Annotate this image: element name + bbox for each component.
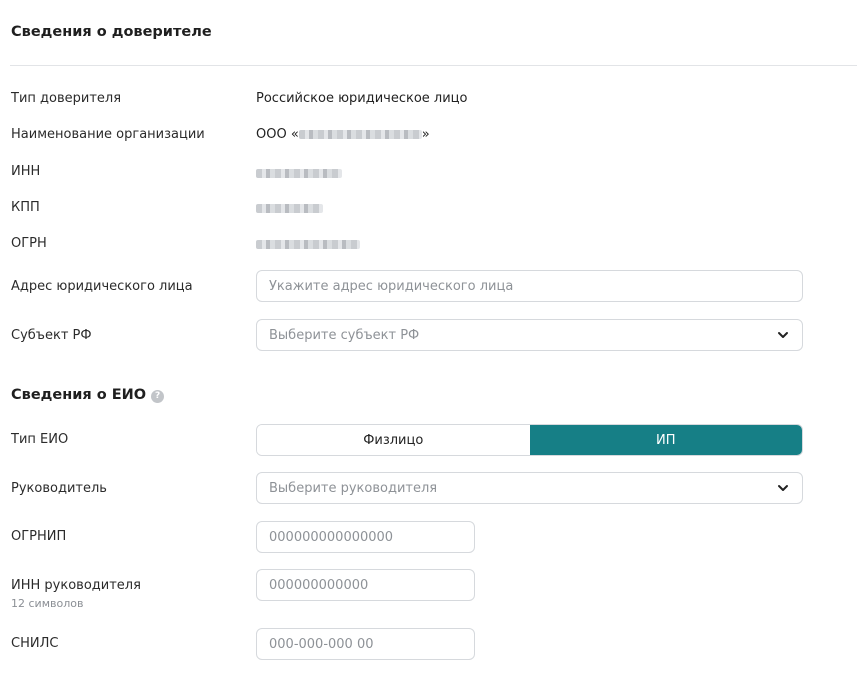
chevron-down-icon	[778, 485, 788, 491]
principal-type-value: Российское юридическое лицо	[256, 91, 468, 106]
eio-type-label: Тип ЕИО	[11, 432, 69, 447]
redacted-ogrn	[256, 240, 360, 249]
redacted-inn	[256, 169, 342, 178]
eio-type-toggle: Физлицо ИП	[256, 424, 803, 456]
ogrnip-input[interactable]: 000000000000000	[256, 521, 475, 553]
inn-head-label: ИНН руководителя	[11, 578, 141, 593]
org-name-label: Наименование организации	[11, 127, 205, 142]
org-name-suffix: »	[421, 127, 430, 142]
org-name-prefix: ООО «	[256, 127, 299, 142]
address-placeholder: Укажите адрес юридического лица	[269, 278, 514, 294]
address-label: Адрес юридического лица	[11, 279, 193, 294]
head-label: Руководитель	[11, 481, 107, 496]
ogrnip-label: ОГРНИП	[11, 529, 67, 544]
kpp-label: КПП	[11, 200, 40, 215]
snils-input[interactable]: 000-000-000 00	[256, 628, 475, 660]
section-divider	[10, 65, 857, 66]
region-label: Субъект РФ	[11, 328, 92, 343]
region-placeholder: Выберите субъект РФ	[269, 327, 420, 343]
address-input[interactable]: Укажите адрес юридического лица	[256, 270, 803, 302]
inn-head-hint: 12 символов	[11, 597, 84, 610]
snils-label: СНИЛС	[11, 636, 59, 651]
principal-section-title: Сведения о доверителе	[11, 24, 212, 40]
eio-section-title-text: Сведения о ЕИО	[11, 387, 147, 403]
region-select[interactable]: Выберите субъект РФ	[256, 319, 803, 351]
head-select[interactable]: Выберите руководителя	[256, 472, 803, 504]
question-circle-icon[interactable]: ?	[151, 390, 165, 403]
snils-placeholder: 000-000-000 00	[269, 636, 374, 652]
redacted-org-name	[298, 130, 422, 139]
inn-head-input[interactable]: 000000000000	[256, 569, 475, 601]
ogrn-label: ОГРН	[11, 236, 47, 251]
inn-label: ИНН	[11, 164, 41, 179]
chevron-down-icon	[778, 332, 788, 338]
ogrnip-placeholder: 000000000000000	[269, 529, 394, 545]
eio-section-title: Сведения о ЕИО?	[11, 387, 165, 403]
eio-type-option-individual[interactable]: Физлицо	[257, 425, 530, 455]
head-placeholder: Выберите руководителя	[269, 480, 438, 496]
eio-type-option-ip[interactable]: ИП	[529, 425, 802, 455]
redacted-kpp	[256, 204, 323, 213]
inn-head-placeholder: 000000000000	[269, 577, 369, 593]
principal-type-label: Тип доверителя	[11, 91, 122, 106]
org-name-value: ООО « »	[256, 127, 430, 142]
